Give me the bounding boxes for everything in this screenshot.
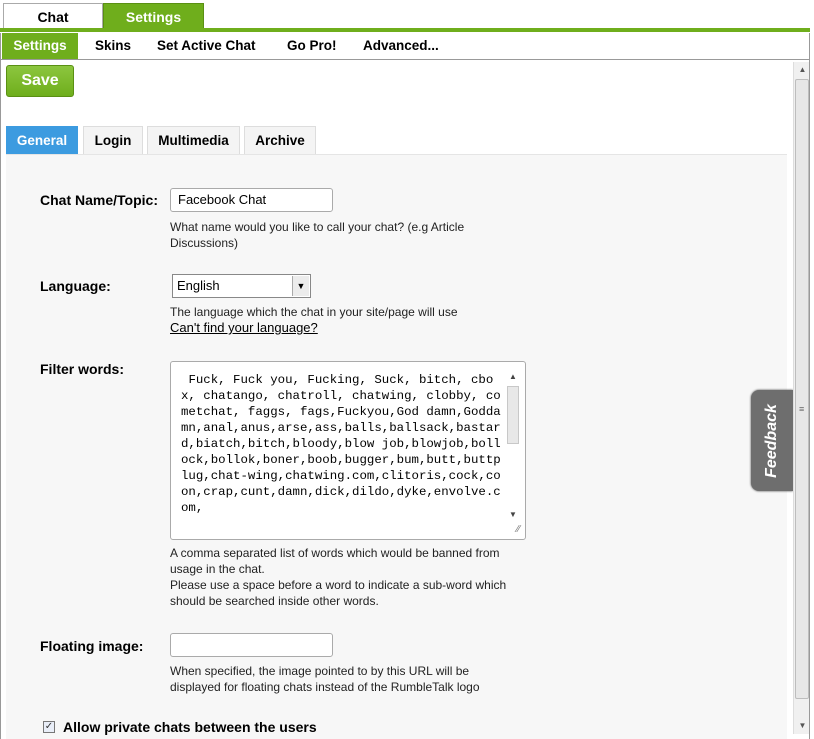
settings-frame: Save General Login Multimedia Archive Ch… <box>0 60 810 739</box>
language-help: The language which the chat in your site… <box>170 304 510 336</box>
filter-words-textarea[interactable]: Fuck, Fuck you, Fucking, Suck, bitch, cb… <box>170 361 526 540</box>
subnav-settings[interactable]: Settings <box>2 33 78 59</box>
tab-login[interactable]: Login <box>83 126 143 154</box>
language-help-text: The language which the chat in your site… <box>170 305 458 319</box>
language-link[interactable]: Can't find your language? <box>170 320 318 335</box>
subnav-advanced[interactable]: Advanced... <box>363 33 439 59</box>
scroll-down-icon[interactable]: ▼ <box>506 508 520 522</box>
language-select-value: English <box>177 278 220 293</box>
subnav-skins[interactable]: Skins <box>95 33 131 59</box>
filter-words-label: Filter words: <box>40 361 125 377</box>
subnav-set-active-chat[interactable]: Set Active Chat <box>157 33 256 59</box>
feedback-label: Feedback <box>763 403 780 478</box>
scroll-down-icon[interactable]: ▼ <box>794 718 809 734</box>
filter-words-scrollbar[interactable]: ▲ ▼ <box>506 370 520 522</box>
tab-chat[interactable]: Chat <box>3 3 103 29</box>
save-button[interactable]: Save <box>6 65 74 97</box>
resize-grip-icon[interactable]: ∕∕ <box>517 524 520 535</box>
private-chats-label: Allow private chats between the users <box>63 719 317 735</box>
language-select[interactable]: English ▼ <box>172 274 311 298</box>
tab-general[interactable]: General <box>6 126 78 154</box>
chevron-down-icon[interactable]: ▼ <box>292 276 309 296</box>
settings-subnav: Settings Skins Set Active Chat Go Pro! A… <box>0 33 810 60</box>
tab-divider <box>0 28 810 32</box>
tab-archive[interactable]: Archive <box>244 126 316 154</box>
page-scrollbar[interactable]: ▲ ≡ ▼ <box>793 62 809 734</box>
tab-settings[interactable]: Settings <box>103 3 204 29</box>
general-panel: Chat Name/Topic: Facebook Chat What name… <box>6 154 787 739</box>
filter-words-help-2: Please use a space before a word to indi… <box>170 578 507 608</box>
floating-image-help: When specified, the image pointed to by … <box>170 664 480 694</box>
subnav-go-pro[interactable]: Go Pro! <box>287 33 337 59</box>
feedback-tab[interactable]: Feedback <box>751 390 793 491</box>
check-icon: ✓ <box>44 721 54 732</box>
tab-multimedia[interactable]: Multimedia <box>147 126 240 154</box>
scroll-thumb[interactable] <box>507 386 519 444</box>
filter-words-help-1: A comma separated list of words which wo… <box>170 546 500 576</box>
floating-image-input[interactable] <box>170 633 333 657</box>
private-chats-checkbox[interactable]: ✓ <box>43 721 55 733</box>
filter-words-help: A comma separated list of words which wo… <box>170 545 510 609</box>
chat-name-label: Chat Name/Topic: <box>40 192 158 208</box>
filter-words-text: Fuck, Fuck you, Fucking, Suck, bitch, cb… <box>181 373 501 515</box>
top-tab-bar: Chat Settings <box>0 0 814 32</box>
floating-image-label: Floating image: <box>40 638 144 654</box>
chat-name-help: What name would you like to call your ch… <box>170 220 465 250</box>
chat-name-input[interactable]: Facebook Chat <box>170 188 333 212</box>
scroll-thumb[interactable]: ≡ <box>795 79 809 699</box>
grip-icon: ≡ <box>799 404 805 414</box>
scroll-up-icon[interactable]: ▲ <box>506 370 520 384</box>
language-label: Language: <box>40 278 111 294</box>
scroll-up-icon[interactable]: ▲ <box>794 62 809 78</box>
